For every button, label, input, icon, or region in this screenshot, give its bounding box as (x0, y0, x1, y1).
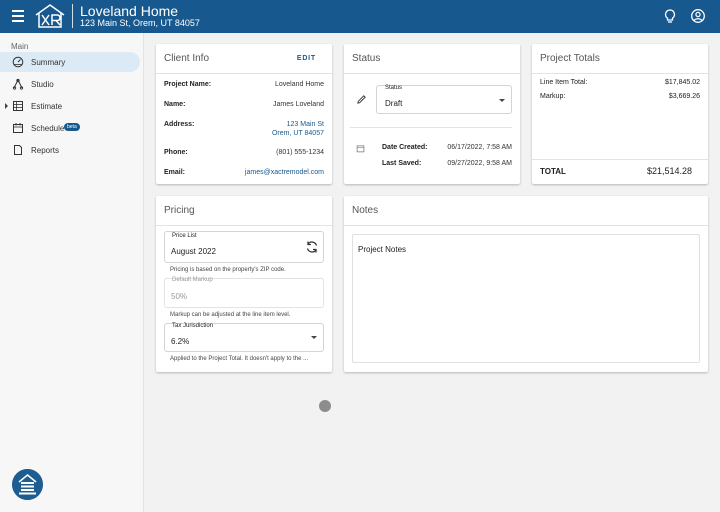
total-label: TOTAL (540, 167, 566, 176)
sidebar-section-label: Main (11, 42, 29, 51)
notes-text: Project Notes (358, 245, 407, 254)
markup-label: Markup: (540, 93, 566, 100)
divider (350, 127, 512, 128)
tax-jurisdiction-label: Tax Jurisdiction (172, 323, 214, 329)
client-info-card: Client Info EDIT Project Name: Loveland … (156, 44, 332, 184)
status-field-label: Status (385, 85, 403, 91)
lightbulb-icon[interactable] (662, 8, 678, 24)
notes-textarea[interactable]: Project Notes (352, 234, 700, 363)
last-saved-label: Last Saved: (382, 160, 422, 167)
default-markup-value: 50% (171, 292, 188, 301)
expand-caret-icon[interactable] (5, 103, 8, 109)
address-label: Address: (164, 121, 195, 128)
divider (532, 159, 708, 160)
card-title: Pricing (164, 205, 195, 216)
project-title: Loveland Home (80, 3, 179, 19)
price-list-value: August 2022 (171, 247, 216, 256)
price-list-select[interactable]: Price List August 2022 (164, 231, 324, 263)
default-markup-input[interactable]: Default Markup 50% (164, 277, 324, 308)
line-item-total-label: Line Item Total: (540, 79, 588, 86)
status-value: Draft (385, 99, 403, 108)
tax-jurisdiction-select[interactable]: Tax Jurisdiction 6.2% (164, 323, 324, 352)
refresh-icon[interactable] (305, 240, 319, 254)
divider (156, 73, 332, 74)
sidebar-item-reports[interactable]: Reports (0, 140, 140, 160)
divider (156, 225, 332, 226)
phone-label: Phone: (164, 149, 188, 156)
project-name-label: Project Name: (164, 81, 212, 88)
app-header: Loveland Home 123 Main St, Orem, UT 8405… (0, 0, 720, 33)
pencil-icon (357, 95, 366, 104)
sidebar-item-label: Estimate (31, 102, 63, 111)
divider (532, 73, 708, 74)
pricing-card: Pricing Price List August 2022 Pricing i… (156, 196, 332, 372)
price-list-label: Price List (172, 233, 197, 239)
beta-badge: beta (64, 123, 80, 131)
markup-hint: Markup can be adjusted at the line item … (170, 312, 291, 318)
name-label: Name: (164, 101, 186, 108)
line-item-total-value: $17,845.02 (664, 79, 700, 86)
email-label: Email: (164, 169, 186, 176)
project-address: 123 Main St, Orem, UT 84057 (80, 18, 200, 28)
sidebar-item-label: Summary (31, 58, 66, 67)
calendar-icon (356, 145, 365, 153)
gauge-icon (12, 56, 24, 68)
sidebar-item-label: Reports (31, 146, 60, 155)
chevron-down-icon (311, 336, 317, 339)
address-link-line1[interactable]: 123 Main St (287, 121, 324, 128)
email-link[interactable]: james@xactremodel.com (245, 169, 324, 176)
date-created-label: Date Created: (382, 144, 428, 151)
notes-card: Notes Project Notes (344, 196, 708, 372)
project-name-value: Loveland Home (274, 81, 324, 88)
tax-hint: Applied to the Project Total. It doesn't… (170, 356, 309, 362)
total-value: $21,514.28 (646, 166, 692, 176)
name-value: James Loveland (273, 101, 324, 108)
card-title: Client Info (164, 53, 210, 64)
sidebar-item-label: Studio (31, 80, 54, 89)
sidebar-item-estimate[interactable]: Estimate (0, 96, 140, 116)
phone-value: (801) 555-1234 (276, 149, 324, 156)
default-markup-label: Default Markup (172, 277, 213, 283)
loading-indicator (319, 400, 331, 412)
card-title: Notes (352, 205, 379, 216)
divider (344, 225, 708, 226)
xr-logo[interactable] (34, 3, 66, 29)
calendar-icon (13, 123, 23, 133)
sidebar-item-summary[interactable]: Summary (0, 52, 140, 72)
address-link-line2[interactable]: Orem, UT 84057 (272, 130, 324, 137)
sidebar-item-schedule[interactable]: Schedule beta (0, 118, 140, 138)
markup-value: $3,669.26 (668, 93, 700, 100)
status-card: Status Status Draft Date Created: 06/17/… (344, 44, 520, 184)
price-list-hint: Pricing is based on the property's ZIP c… (170, 267, 286, 273)
document-icon (14, 145, 22, 155)
studio-icon (12, 78, 24, 90)
account-circle-icon[interactable] (690, 8, 706, 24)
estimate-table-icon (13, 101, 23, 111)
edit-button[interactable]: EDIT (297, 55, 316, 62)
status-select[interactable]: Status Draft (376, 85, 512, 114)
sidebar: Main Summary Studio Estimate Schedule be… (0, 33, 144, 512)
help-avatar-icon[interactable] (12, 469, 43, 500)
divider (344, 73, 520, 74)
date-created-value: 06/17/2022, 7:58 AM (447, 144, 512, 151)
project-totals-card: Project Totals Line Item Total: $17,845.… (532, 44, 708, 184)
card-title: Project Totals (540, 53, 600, 64)
card-title: Status (352, 53, 381, 64)
header-divider (72, 4, 73, 28)
menu-icon[interactable] (12, 10, 24, 22)
chevron-down-icon (499, 99, 505, 102)
tax-jurisdiction-value: 6.2% (171, 337, 190, 346)
sidebar-item-label: Schedule (31, 124, 65, 133)
last-saved-value: 09/27/2022, 9:58 AM (447, 160, 512, 167)
sidebar-item-studio[interactable]: Studio (0, 74, 140, 94)
